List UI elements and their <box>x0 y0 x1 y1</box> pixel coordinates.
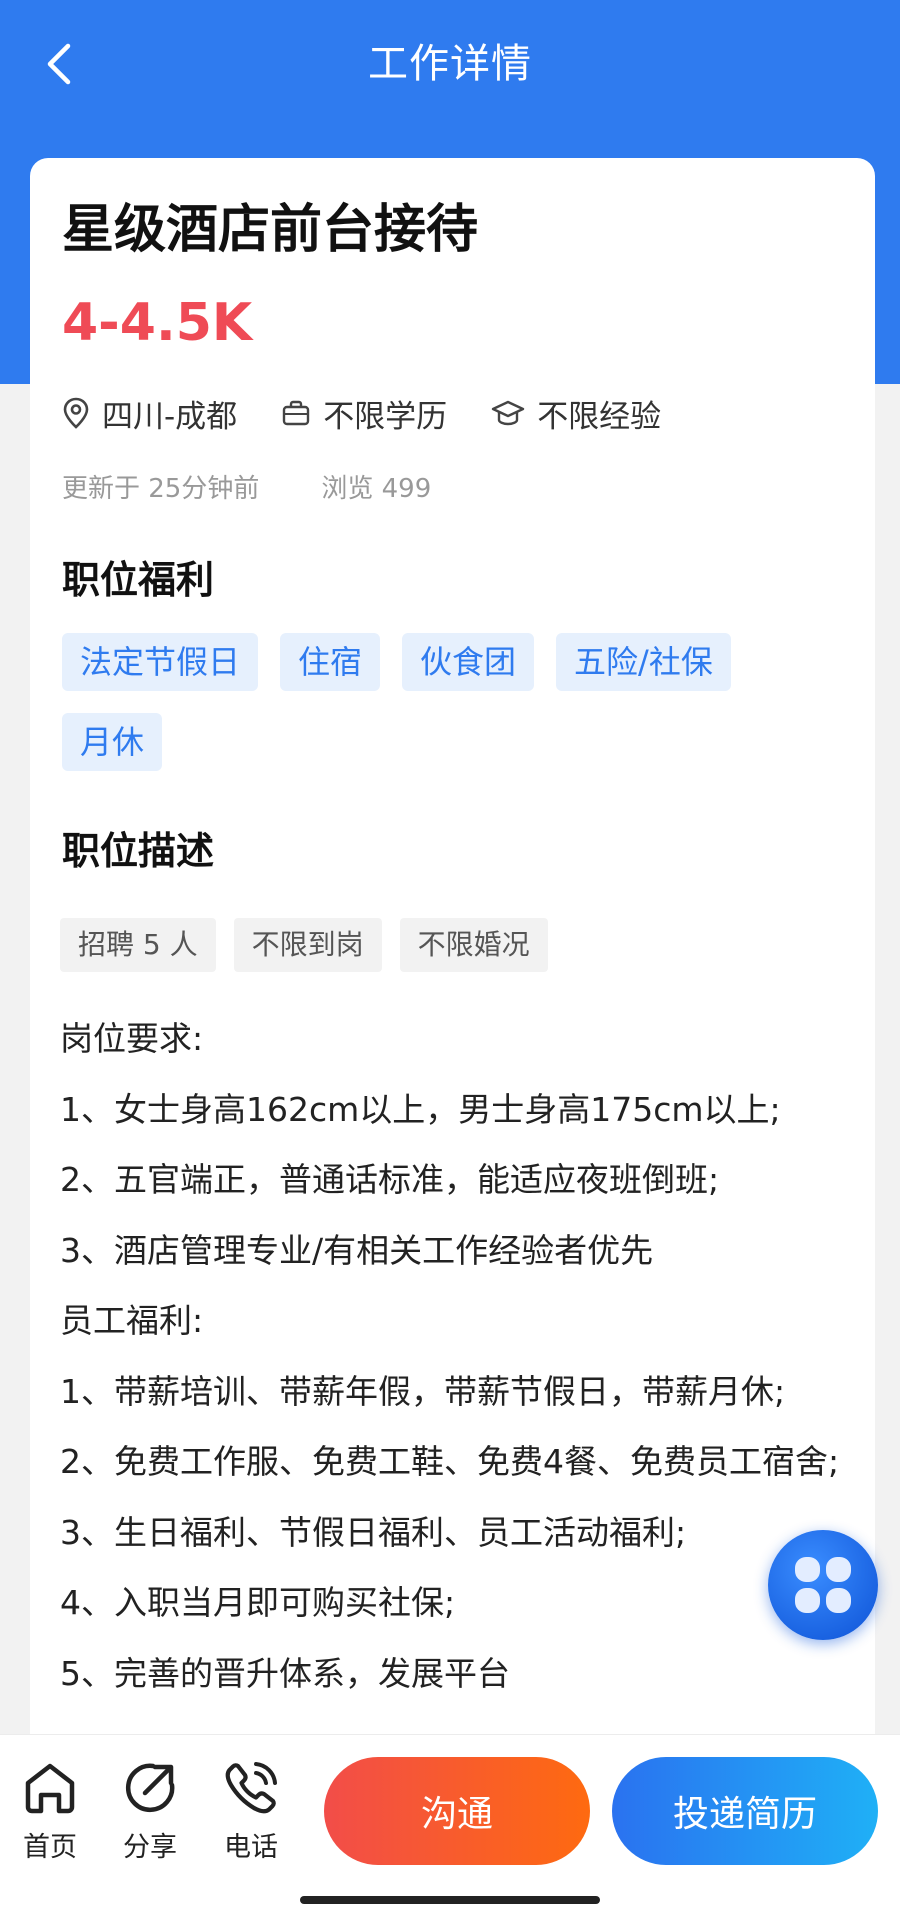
graduation-cap-icon <box>491 400 525 426</box>
benefit-tag: 住宿 <box>280 633 381 691</box>
salary: 4-4.5K <box>62 293 253 353</box>
experience-item: 不限经验 <box>491 391 661 436</box>
share-nav-button[interactable]: 分享 <box>110 1761 190 1864</box>
description-line: 3、酒店管理专业/有相关工作经验者优先 <box>60 1230 654 1270</box>
home-label: 首页 <box>23 1832 77 1863</box>
floating-menu-button[interactable] <box>768 1530 878 1640</box>
description-tag: 不限婚况 <box>399 918 548 972</box>
location-text: 四川-成都 <box>102 398 238 435</box>
description-tag: 不限到岗 <box>233 918 382 972</box>
description-tags: 招聘 5 人 不限到岗 不限婚况 <box>60 918 566 972</box>
home-indicator <box>300 1896 600 1904</box>
description-line: 3、生日福利、节假日福利、员工活动福利; <box>60 1512 687 1552</box>
chat-button[interactable]: 沟通 <box>324 1757 590 1865</box>
update-info-row: 更新于 25分钟前 浏览 499 <box>62 468 431 505</box>
description-line: 2、免费工作服、免费工鞋、免费4餐、免费员工宿舍; <box>60 1442 840 1481</box>
description-line: 员工福利: <box>60 1301 204 1340</box>
benefit-tag: 五险/社保 <box>556 633 731 691</box>
updated-time: 更新于 25分钟前 <box>62 474 260 504</box>
description-tag: 招聘 5 人 <box>60 918 216 972</box>
description-line: 4、入职当月即可购买社保; <box>60 1583 456 1622</box>
description-line: 岗位要求: <box>60 1019 204 1058</box>
share-label: 分享 <box>123 1832 177 1863</box>
job-description-text: 岗位要求: 1、女士身高162cm以上，男士身高175cm以上; 2、五官端正，… <box>60 1004 850 1709</box>
benefit-tag: 法定节假日 <box>62 633 259 691</box>
home-icon <box>25 1763 75 1814</box>
description-line: 5、完善的晋升体系，发展平台 <box>60 1653 510 1693</box>
location-pin-icon <box>63 397 89 429</box>
description-title: 职位描述 <box>62 829 215 873</box>
benefits-title: 职位福利 <box>62 558 215 602</box>
briefcase-icon <box>282 400 310 426</box>
experience-text: 不限经验 <box>537 398 662 435</box>
benefit-tag: 月休 <box>62 713 163 771</box>
phone-nav-button[interactable]: 电话 <box>211 1761 291 1864</box>
phone-icon <box>225 1762 277 1814</box>
page-title: 工作详情 <box>368 41 532 87</box>
grid-menu-icon <box>795 1557 851 1613</box>
description-line: 1、女士身高162cm以上，男士身高175cm以上; <box>60 1089 781 1129</box>
education-text: 不限学历 <box>323 398 448 435</box>
education-item: 不限学历 <box>281 391 447 436</box>
description-line: 2、五官端正，普通话标准，能适应夜班倒班; <box>60 1160 720 1199</box>
benefit-tags: 法定节假日 住宿 伙食团 五险/社保 月休 <box>62 633 852 793</box>
bottom-action-bar: 首页 分享 电话 沟通 投递简历 <box>0 1734 900 1920</box>
job-meta-row: 四川-成都 不限学历 不限经验 <box>62 388 705 438</box>
phone-label: 电话 <box>224 1832 278 1863</box>
benefit-tag: 伙食团 <box>402 633 535 691</box>
view-count: 浏览 499 <box>321 474 432 504</box>
job-detail-card: 星级酒店前台接待 4-4.5K 四川-成都 不限学历 不限经验 更新于 25分钟… <box>30 158 875 1920</box>
job-title: 星级酒店前台接待 <box>62 200 479 260</box>
top-bar: 工作详情 <box>0 0 900 130</box>
description-line: 1、带薪培训、带薪年假，带薪节假日，带薪月休; <box>60 1371 786 1411</box>
share-icon <box>125 1763 175 1813</box>
home-nav-button[interactable]: 首页 <box>10 1761 90 1864</box>
location-item: 四川-成都 <box>62 391 237 436</box>
apply-resume-button[interactable]: 投递简历 <box>612 1757 878 1865</box>
